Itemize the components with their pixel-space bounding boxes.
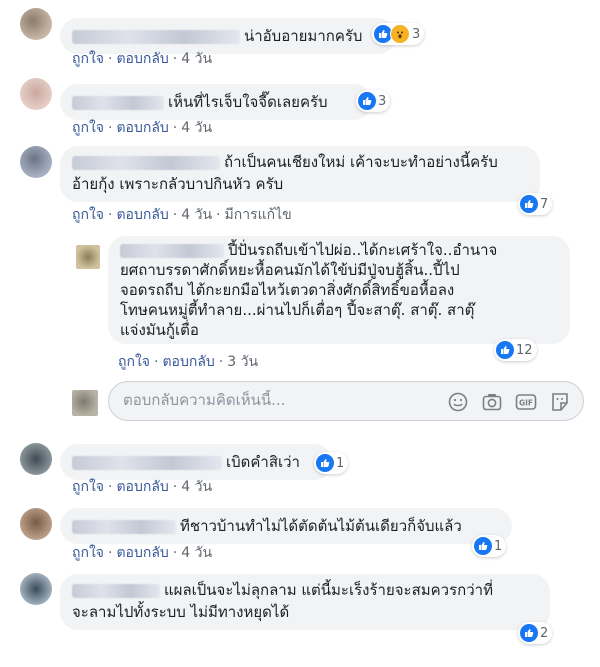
like-reaction-icon xyxy=(496,341,514,359)
timestamp[interactable]: 4 วัน xyxy=(181,120,212,136)
comment-bubble: ปี้ปั่นรถถีบเข้าไปผ่อ..ได้กะเศร้าใจ..อำน… xyxy=(108,236,570,344)
comment-text-line-2: อ้ายกุ้ง เพราะกลัวบาปกินหัว ครับ xyxy=(72,175,284,193)
reply-input-box[interactable]: GIF xyxy=(108,381,584,421)
reaction-count[interactable]: 2 xyxy=(518,622,553,644)
reaction-count[interactable]: 3 xyxy=(356,90,391,112)
like-reaction-icon xyxy=(474,537,492,555)
like-reaction-icon xyxy=(520,624,538,642)
reaction-number: 3 xyxy=(378,93,387,109)
svg-text:GIF: GIF xyxy=(519,399,533,408)
like-link[interactable]: ถูกใจ xyxy=(72,207,104,223)
reply-link[interactable]: ตอบกลับ xyxy=(116,51,168,67)
comment-text-line-2: จะลามไปทั้งระบบ ไม่มีทางหยุดได้ xyxy=(72,603,290,621)
reply-link[interactable]: ตอบกลับ xyxy=(116,545,168,561)
avatar[interactable] xyxy=(76,245,100,269)
sticker-icon[interactable] xyxy=(549,391,571,413)
reply-text-line-5: แจ่งมันกู้เตื่อ xyxy=(120,321,199,339)
reaction-number: 3 xyxy=(412,26,421,42)
timestamp[interactable]: 4 วัน xyxy=(181,207,212,223)
avatar[interactable] xyxy=(20,146,52,178)
gif-icon[interactable]: GIF xyxy=(515,391,537,413)
reaction-number: 12 xyxy=(516,342,533,358)
timestamp[interactable]: 4 วัน xyxy=(181,545,212,561)
comment-bubble: ทีชาวบ้านทำไม่ได้ตัดต้นไม้ต้นเดียวก็จับแ… xyxy=(60,508,512,544)
reply-text-line-2: ยศถาบรรดาศักดิ์หยะหื้อคนมักได้ใข้บ่มีปู่… xyxy=(120,261,460,279)
edited-label[interactable]: มีการแก้ไข xyxy=(225,207,292,223)
reaction-count[interactable]: 7 xyxy=(518,193,553,215)
like-reaction-icon xyxy=(358,92,376,110)
commenter-name-blurred[interactable] xyxy=(72,519,176,534)
camera-icon[interactable] xyxy=(481,391,503,413)
commenter-name-blurred[interactable] xyxy=(72,29,240,44)
commenter-name-blurred[interactable] xyxy=(120,243,224,258)
like-link[interactable]: ถูกใจ xyxy=(72,120,104,136)
comment-actions: ถูกใจ · ตอบกลับ · 4 วัน xyxy=(72,545,213,561)
comment-text: เห็นที่ไรเจ็บใจจี๊ดเลยครับ xyxy=(168,93,328,111)
comment-text-line-1: ถ้าเป็นคนเชียงใหม่ เค้าจะบะทำอย่างนี้ครั… xyxy=(224,153,498,171)
comment-bubble: เบิดคำสิเว่า xyxy=(60,444,332,480)
like-link[interactable]: ถูกใจ xyxy=(118,354,150,370)
commenter-name-blurred[interactable] xyxy=(72,455,222,470)
reaction-count[interactable]: 1 xyxy=(472,535,507,557)
like-reaction-icon xyxy=(520,195,538,213)
comment-text-line-1: แผลเป็นจะไม่ลุกลาม แต่นี้มะเร็งร้ายจะสมค… xyxy=(164,581,493,599)
comment-actions: ถูกใจ · ตอบกลับ · 4 วัน xyxy=(72,51,213,67)
comment-bubble: ถ้าเป็นคนเชียงใหม่ เค้าจะบะทำอย่างนี้ครั… xyxy=(60,146,540,202)
commenter-name-blurred[interactable] xyxy=(72,583,160,598)
comment-bubble: เห็นที่ไรเจ็บใจจี๊ดเลยครับ xyxy=(60,84,372,120)
timestamp[interactable]: 3 วัน xyxy=(227,354,258,370)
reaction-count[interactable]: 1 xyxy=(314,452,349,474)
like-reaction-icon xyxy=(316,454,334,472)
reply-link[interactable]: ตอบกลับ xyxy=(116,479,168,495)
reaction-number: 2 xyxy=(540,625,549,641)
reaction-number: 1 xyxy=(336,455,345,471)
comment-bubble: แผลเป็นจะไม่ลุกลาม แต่นี้มะเร็งร้ายจะสมค… xyxy=(60,574,550,630)
like-link[interactable]: ถูกใจ xyxy=(72,51,104,67)
comment-actions: ถูกใจ · ตอบกลับ · 4 วัน xyxy=(72,120,213,136)
avatar[interactable] xyxy=(20,573,52,605)
avatar[interactable] xyxy=(20,78,52,110)
reaction-count[interactable]: 12 xyxy=(494,339,537,361)
avatar[interactable] xyxy=(20,443,52,475)
commenter-name-blurred[interactable] xyxy=(72,155,220,170)
reply-link[interactable]: ตอบกลับ xyxy=(116,120,168,136)
reply-text-line-1: ปี้ปั่นรถถีบเข้าไปผ่อ..ได้กะเศร้าใจ..อำน… xyxy=(228,241,498,259)
reaction-number: 7 xyxy=(540,196,549,212)
like-link[interactable]: ถูกใจ xyxy=(72,479,104,495)
current-user-avatar xyxy=(72,390,98,416)
reply-input[interactable] xyxy=(121,390,425,410)
comment-actions: ถูกใจ · ตอบกลับ · 3 วัน xyxy=(118,354,259,370)
emoji-icon[interactable] xyxy=(447,391,469,413)
reply-text-line-4: โทษคนหมู่ตี้ทำลาย...ผ่านไปก็เตื่อๆ ปี้จะ… xyxy=(120,301,475,319)
comment-actions: ถูกใจ · ตอบกลับ · 4 วัน xyxy=(72,479,213,495)
timestamp[interactable]: 4 วัน xyxy=(181,51,212,67)
reply-link[interactable]: ตอบกลับ xyxy=(162,354,214,370)
commenter-name-blurred[interactable] xyxy=(72,95,164,110)
reaction-number: 1 xyxy=(494,538,503,554)
reply-text-line-3: จอดรถถีบ ไต้กะยกมือไหว้เตวดาสิ่งศักดิ์สิ… xyxy=(120,281,455,299)
comment-text: ทีชาวบ้านทำไม่ได้ตัดต้นไม้ต้นเดียวก็จับแ… xyxy=(180,517,462,535)
wow-reaction-icon xyxy=(390,24,410,44)
comment-text: เบิดคำสิเว่า xyxy=(226,453,300,471)
comment-text: น่าอับอายมากครับ xyxy=(244,27,363,45)
comment-actions: ถูกใจ · ตอบกลับ · 4 วัน · มีการแก้ไข xyxy=(72,207,292,223)
timestamp[interactable]: 4 วัน xyxy=(181,479,212,495)
reply-link[interactable]: ตอบกลับ xyxy=(116,207,168,223)
avatar[interactable] xyxy=(20,508,52,540)
like-link[interactable]: ถูกใจ xyxy=(72,545,104,561)
avatar[interactable] xyxy=(20,8,52,40)
reaction-count[interactable]: 3 xyxy=(372,23,425,45)
